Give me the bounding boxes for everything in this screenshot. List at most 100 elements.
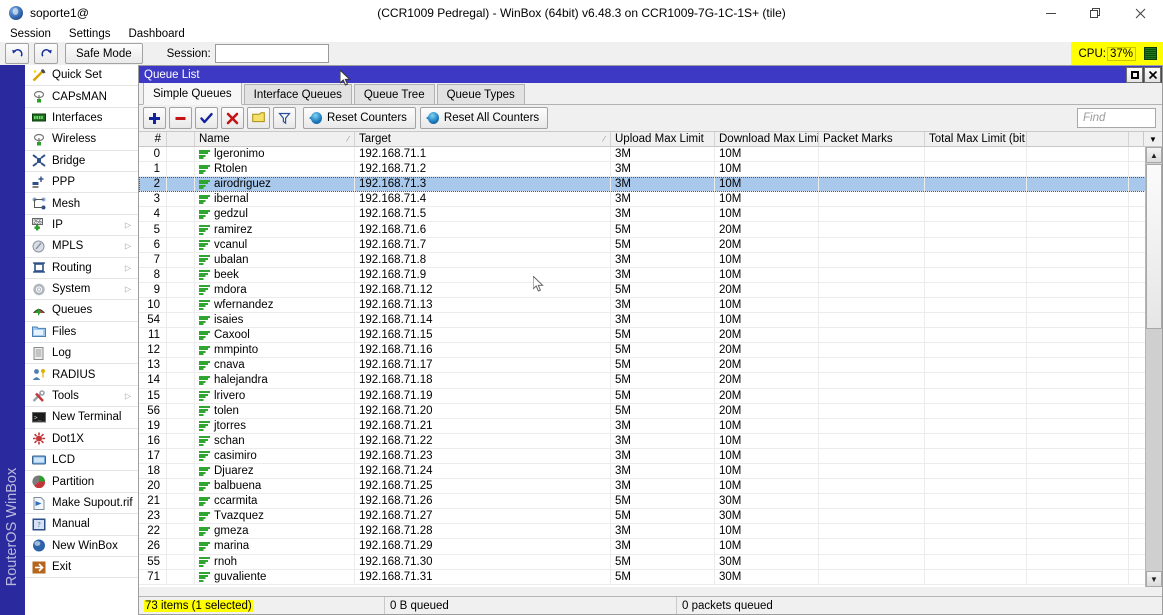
- sidebar-item-new-terminal[interactable]: >_New Terminal: [25, 407, 138, 428]
- sidebar-item-wireless[interactable]: Wireless: [25, 129, 138, 150]
- comment-button[interactable]: [247, 107, 270, 129]
- queue-close-button[interactable]: [1144, 67, 1161, 83]
- table-row[interactable]: 20balbuena192.168.71.253M10M: [139, 479, 1162, 494]
- sidebar-item-interfaces[interactable]: Interfaces: [25, 108, 138, 129]
- table-row[interactable]: 2airodriguez192.168.71.33M10M: [139, 177, 1162, 192]
- table-row[interactable]: 55rnoh192.168.71.305M30M: [139, 555, 1162, 570]
- undo-icon[interactable]: [5, 43, 29, 64]
- table-row[interactable]: 23Tvazquez192.168.71.275M30M: [139, 509, 1162, 524]
- sidebar-item-system[interactable]: System▷: [25, 279, 138, 300]
- tab-queue-types[interactable]: Queue Types: [437, 84, 525, 104]
- tab-interface-queues[interactable]: Interface Queues: [244, 84, 352, 104]
- enable-button[interactable]: [195, 107, 218, 129]
- table-row[interactable]: 21ccarmita192.168.71.265M30M: [139, 494, 1162, 509]
- column-header-blank[interactable]: [1027, 132, 1129, 146]
- column-header-name[interactable]: Name∕: [195, 132, 355, 146]
- table-row[interactable]: 10wfernandez192.168.71.133M10M: [139, 298, 1162, 313]
- table-row[interactable]: 13cnava192.168.71.175M20M: [139, 358, 1162, 373]
- sidebar-item-quick-set[interactable]: Quick Set: [25, 65, 138, 86]
- maximize-restore-button[interactable]: [1073, 0, 1118, 26]
- table-row[interactable]: 8beek192.168.71.93M10M: [139, 268, 1162, 283]
- table-row[interactable]: 71guvaliente192.168.71.315M30M: [139, 570, 1162, 585]
- sidebar-item-manual[interactable]: ?Manual: [25, 514, 138, 535]
- column-header-marks[interactable]: Packet Marks: [819, 132, 925, 146]
- sidebar-item-ppp[interactable]: PPP: [25, 172, 138, 193]
- scroll-down-button[interactable]: ▼: [1146, 571, 1162, 587]
- cell-download: 10M: [715, 313, 819, 327]
- column-header-target[interactable]: Target∕: [355, 132, 611, 146]
- close-button[interactable]: [1118, 0, 1163, 26]
- table-row[interactable]: 17casimiro192.168.71.233M10M: [139, 449, 1162, 464]
- sidebar-item-mpls[interactable]: MPLS▷: [25, 236, 138, 257]
- sidebar-item-exit[interactable]: Exit: [25, 557, 138, 578]
- table-row[interactable]: 56tolen192.168.71.205M20M: [139, 404, 1162, 419]
- column-header-total[interactable]: Total Max Limit (bit..: [925, 132, 1027, 146]
- sidebar-item-lcd[interactable]: LCD: [25, 450, 138, 471]
- remove-button[interactable]: [169, 107, 192, 129]
- sidebar-item-make-supout-rif[interactable]: Make Supout.rif: [25, 493, 138, 514]
- column-header-upload[interactable]: Upload Max Limit: [611, 132, 715, 146]
- filter-button[interactable]: [273, 107, 296, 129]
- sidebar-item-capsman[interactable]: CAPsMAN: [25, 86, 138, 107]
- cell-download: 10M: [715, 147, 819, 161]
- table-row[interactable]: 9mdora192.168.71.125M20M: [139, 283, 1162, 298]
- redo-icon[interactable]: [34, 43, 58, 64]
- queue-restore-button[interactable]: [1126, 67, 1143, 83]
- column-header-idx[interactable]: #: [139, 132, 167, 146]
- table-row[interactable]: 16schan192.168.71.223M10M: [139, 434, 1162, 449]
- sidebar-item-routing[interactable]: Routing▷: [25, 258, 138, 279]
- table-row[interactable]: 11Caxool192.168.71.155M20M: [139, 328, 1162, 343]
- menu-settings[interactable]: Settings: [60, 28, 120, 40]
- sidebar-item-dot1x[interactable]: Dot1X: [25, 429, 138, 450]
- table-row[interactable]: 5ramirez192.168.71.65M20M: [139, 222, 1162, 237]
- reset-all-counters-button[interactable]: Reset All Counters: [420, 107, 548, 129]
- reset-counters-button[interactable]: Reset Counters: [303, 107, 416, 129]
- sidebar-item-bridge[interactable]: Bridge: [25, 151, 138, 172]
- column-header-download[interactable]: Download Max Limit: [715, 132, 819, 146]
- cell-target: 192.168.71.22: [355, 434, 611, 448]
- folder-icon: [31, 325, 46, 339]
- table-row[interactable]: 22gmeza192.168.71.283M10M: [139, 524, 1162, 539]
- tab-simple-queues[interactable]: Simple Queues: [143, 82, 242, 105]
- table-row[interactable]: 14halejandra192.168.71.185M20M: [139, 373, 1162, 388]
- sidebar-item-radius[interactable]: RADIUS: [25, 364, 138, 385]
- safe-mode-button[interactable]: Safe Mode: [65, 43, 143, 64]
- menu-dashboard[interactable]: Dashboard: [119, 28, 193, 40]
- table-row[interactable]: 19jtorres192.168.71.213M10M: [139, 419, 1162, 434]
- minimize-button[interactable]: [1028, 0, 1073, 26]
- tab-queue-tree[interactable]: Queue Tree: [354, 84, 435, 104]
- scroll-up-button[interactable]: ▲: [1146, 147, 1162, 163]
- table-row[interactable]: 54isaies192.168.71.143M10M: [139, 313, 1162, 328]
- sidebar-item-new-winbox[interactable]: New WinBox: [25, 536, 138, 557]
- vertical-scrollbar[interactable]: ▲ ▼: [1145, 147, 1162, 587]
- session-input[interactable]: [215, 44, 329, 63]
- sidebar-item-log[interactable]: Log: [25, 343, 138, 364]
- cell-spacer: [167, 147, 195, 161]
- sidebar-item-ip[interactable]: 255IP▷: [25, 215, 138, 236]
- table-row[interactable]: 7ubalan192.168.71.83M10M: [139, 253, 1162, 268]
- table-row[interactable]: 4gedzul192.168.71.53M10M: [139, 207, 1162, 222]
- column-chooser-button[interactable]: ▼: [1143, 132, 1162, 146]
- sidebar-item-partition[interactable]: Partition: [25, 471, 138, 492]
- scrollbar-thumb[interactable]: [1146, 164, 1162, 329]
- sidebar-item-files[interactable]: Files: [25, 322, 138, 343]
- table-row[interactable]: 12mmpinto192.168.71.165M20M: [139, 343, 1162, 358]
- table-row[interactable]: 6vcanul192.168.71.75M20M: [139, 238, 1162, 253]
- column-header-spacer[interactable]: [167, 132, 195, 146]
- table-row[interactable]: 18Djuarez192.168.71.243M10M: [139, 464, 1162, 479]
- reset-counters-label: Reset Counters: [327, 112, 407, 124]
- disable-button[interactable]: [221, 107, 244, 129]
- table-row[interactable]: 15lrivero192.168.71.195M20M: [139, 389, 1162, 404]
- table-row[interactable]: 26marina192.168.71.293M10M: [139, 539, 1162, 554]
- cell-upload: 5M: [611, 404, 715, 418]
- sidebar-item-mesh[interactable]: Mesh: [25, 193, 138, 214]
- table-row[interactable]: 3ibernal192.168.71.43M10M: [139, 192, 1162, 207]
- table-row[interactable]: 1Rtolen192.168.71.23M10M: [139, 162, 1162, 177]
- cell-marks: [819, 494, 925, 508]
- menu-session[interactable]: Session: [0, 28, 60, 40]
- sidebar-item-tools[interactable]: Tools▷: [25, 386, 138, 407]
- add-button[interactable]: [143, 107, 166, 129]
- sidebar-item-queues[interactable]: Queues: [25, 300, 138, 321]
- find-input[interactable]: Find: [1077, 108, 1156, 128]
- table-row[interactable]: 0lgeronimo192.168.71.13M10M: [139, 147, 1162, 162]
